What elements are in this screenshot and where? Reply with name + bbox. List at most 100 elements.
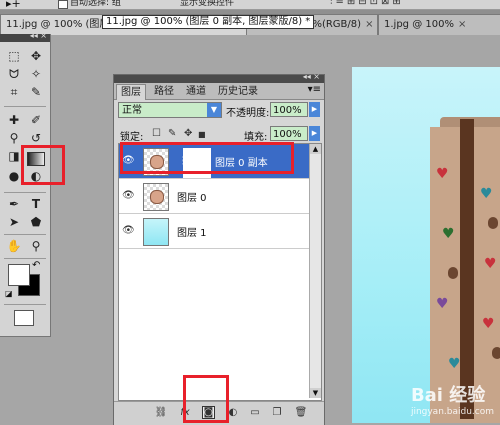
scroll-down-icon[interactable]: ▼ (310, 388, 321, 398)
collapse-icon[interactable]: ◂◂ × (303, 72, 320, 81)
canvas-area[interactable]: ♥ ♥ ♥ ♥ ♥ ♥ ♥ (352, 67, 500, 423)
foreground-color-swatch[interactable] (8, 264, 30, 286)
marquee-icon[interactable]: ⬚ (5, 48, 23, 64)
delete-layer-icon[interactable]: 🗑 (294, 406, 308, 420)
swap-colors-icon[interactable]: ↶ (32, 260, 40, 271)
layers-panel: ◂◂ × 图层 路径 通道 历史记录 ▾≡ 正常 ▼ 不透明度: 100% ▶ … (113, 72, 325, 425)
watermark-text: Bai 经验 (410, 385, 486, 406)
baidu-watermark: Bai 经验 jingyan.baidu.com (411, 381, 494, 417)
eyedropper-icon[interactable]: ✎ (27, 84, 45, 100)
fill-arrow-icon[interactable]: ▶ (309, 126, 320, 141)
type-icon[interactable]: T (27, 196, 45, 212)
layers-panel-footer: ⛓ fx ◙ ◐ ▭ ❐ 🗑 (114, 401, 324, 425)
eye-icon[interactable]: 👁 (122, 155, 135, 167)
doc-tab-1[interactable]: 1.jpg @ 100% × (378, 14, 500, 35)
heart-pattern: ♥ (482, 316, 495, 332)
quick-mask-icon[interactable] (14, 310, 34, 326)
brush-icon[interactable]: ✐ (27, 112, 45, 128)
new-layer-icon[interactable]: ❐ (270, 406, 284, 420)
heart-pattern: ♥ (480, 186, 493, 202)
toolbox: ◂◂ × ⬚ ✥ ᗢ ✧ ⌗ ✎ ✚ ✐ ⚲ ↺ ◨ ● ◐ ✒ T ➤ ⬟ ✋… (0, 31, 51, 337)
shape-icon[interactable]: ⬟ (27, 214, 45, 230)
pen-icon[interactable]: ✒ (5, 196, 23, 212)
layer-row-layer0[interactable]: 👁 图层 0 (119, 179, 309, 214)
layer-thumbnail (143, 148, 169, 176)
auto-select-checkbox[interactable] (58, 0, 68, 9)
layer-list-scrollbar[interactable]: ▲ ▼ (309, 144, 321, 398)
heart-pattern: ♥ (436, 296, 449, 312)
lock-all-icon[interactable]: ■ (198, 130, 206, 139)
tab-paths[interactable]: 路径 (150, 84, 178, 99)
heart-pattern: ♥ (448, 356, 461, 372)
path-select-icon[interactable]: ➤ (5, 214, 23, 230)
toolbox-divider (4, 258, 46, 259)
opacity-label: 不透明度: (226, 108, 270, 119)
bear-pattern (448, 267, 458, 279)
toolbox-divider (4, 234, 46, 235)
zoom-icon[interactable]: ⚲ (27, 238, 45, 254)
layer-name[interactable]: 图层 0 (177, 189, 207, 204)
lasso-icon[interactable]: ᗢ (5, 66, 23, 82)
toolbox-header: ◂◂ × (0, 31, 50, 42)
lock-position-icon[interactable]: ✥ (184, 128, 192, 139)
opacity-field[interactable]: 100% (270, 102, 308, 117)
layer-style-icon[interactable]: fx (178, 406, 192, 420)
dodge-icon[interactable]: ◐ (27, 168, 45, 184)
lock-label: 锁定: (120, 132, 144, 143)
opacity-arrow-icon[interactable]: ▶ (309, 102, 320, 117)
lock-pixels-icon[interactable]: ✎ (168, 128, 176, 139)
move-icon[interactable]: ✥ (27, 48, 45, 64)
layer-name[interactable]: 图层 1 (177, 224, 207, 239)
panel-tabs: 图层 路径 通道 历史记录 ▾≡ (114, 83, 324, 100)
panel-titlebar: ◂◂ × (114, 72, 324, 83)
layer-thumbnail (143, 183, 169, 211)
tab-channels[interactable]: 通道 (182, 84, 210, 99)
fill-label: 填充: (244, 132, 268, 143)
eye-icon[interactable]: 👁 (122, 225, 135, 237)
align-icons[interactable]: ⫶≡⊞⊟⊡⊠⊞ (330, 0, 404, 7)
options-bar: ▸+ 自动选择: 组 显示变换控件 ⫶≡⊞⊟⊡⊠⊞ (0, 0, 500, 10)
blur-icon[interactable]: ● (5, 168, 23, 184)
doc-tab-label: 1.jpg @ 100% (384, 19, 454, 30)
collapse-icon[interactable]: ◂◂ × (30, 31, 47, 40)
layer-row-layer1[interactable]: 👁 图层 1 (119, 214, 309, 249)
default-colors-icon[interactable]: ◪ (5, 289, 13, 298)
hand-icon[interactable]: ✋ (5, 238, 23, 254)
panel-menu-icon[interactable]: ▾≡ (308, 84, 321, 95)
layer-name[interactable]: 图层 0 副本 (215, 154, 268, 169)
magic-wand-icon[interactable]: ✧ (27, 66, 45, 82)
lock-transparency-icon[interactable]: ☐ (152, 128, 161, 139)
layer-mask-thumbnail[interactable] (183, 148, 211, 178)
tab-history[interactable]: 历史记录 (214, 84, 262, 99)
adjustment-layer-icon[interactable]: ◐ (226, 406, 240, 420)
gradient-icon[interactable] (27, 152, 45, 166)
move-tool-icon[interactable]: ▸+ (6, 0, 21, 9)
close-icon[interactable]: × (365, 19, 373, 30)
toolbox-divider (4, 304, 46, 305)
portrait-thumbnail (150, 155, 164, 169)
healing-brush-icon[interactable]: ✚ (5, 112, 23, 128)
scroll-up-icon[interactable]: ▲ (310, 144, 321, 154)
eraser-icon[interactable]: ◨ (5, 148, 23, 164)
layer-thumbnail (143, 218, 169, 246)
eye-icon[interactable]: 👁 (122, 190, 135, 202)
tab-tooltip: 11.jpg @ 100% (图层 0 副本, 图层蒙版/8) * (102, 15, 315, 29)
heart-pattern: ♥ (442, 226, 455, 242)
toolbox-divider (4, 106, 46, 107)
layer-row-layer0-copy[interactable]: 👁 ⛓ 图层 0 副本 (119, 144, 309, 179)
blend-mode-select[interactable]: 正常 ▼ (118, 102, 222, 118)
new-group-icon[interactable]: ▭ (248, 406, 262, 420)
history-brush-icon[interactable]: ↺ (27, 130, 45, 146)
gift-box-ribbon (460, 119, 474, 419)
tab-layers[interactable]: 图层 (116, 84, 146, 100)
clone-stamp-icon[interactable]: ⚲ (5, 130, 23, 146)
toolbox-divider (4, 192, 46, 193)
show-transform-label: 显示变换控件 (180, 0, 235, 8)
add-mask-icon[interactable]: ◙ (202, 406, 215, 419)
close-icon[interactable]: × (458, 19, 466, 30)
chevron-down-icon[interactable]: ▼ (207, 103, 221, 117)
link-layers-icon[interactable]: ⛓ (154, 406, 168, 420)
blend-mode-value: 正常 (122, 105, 142, 116)
crop-icon[interactable]: ⌗ (5, 84, 23, 100)
fill-field[interactable]: 100% (270, 126, 308, 141)
